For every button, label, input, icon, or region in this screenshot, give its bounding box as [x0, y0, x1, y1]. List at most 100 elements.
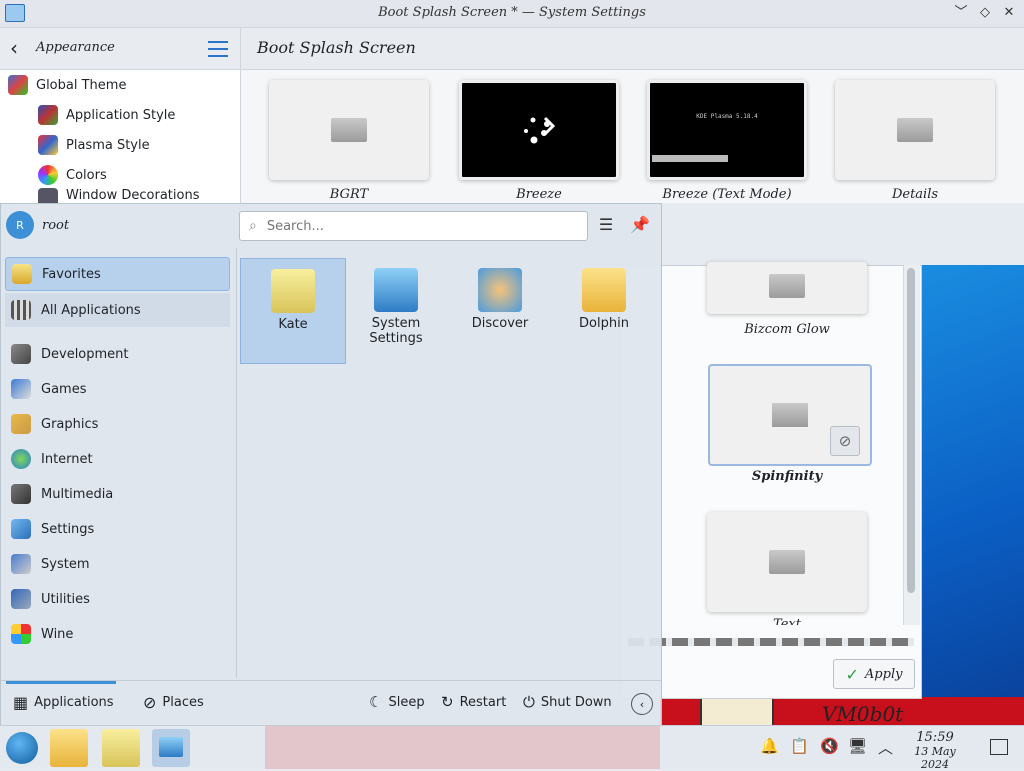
- clock[interactable]: 15:59 13 May 2024: [900, 730, 970, 771]
- application-style-icon: [38, 105, 58, 125]
- leave-menu-button[interactable]: ‹: [631, 693, 653, 715]
- category-all-applications[interactable]: All Applications: [5, 293, 230, 327]
- taskbar-dolphin-icon[interactable]: [50, 729, 88, 767]
- theme-label-selected: Spinfinity: [751, 469, 823, 484]
- category-label: Favorites: [42, 266, 101, 282]
- category-multimedia[interactable]: Multimedia: [5, 477, 230, 511]
- restart-button[interactable]: ↻ Restart: [441, 693, 506, 711]
- category-label: Settings: [41, 521, 95, 537]
- power-icon: ⏻: [523, 693, 535, 711]
- theme-thumb-breeze-text[interactable]: KDE Plasma 5.18.4: [647, 80, 807, 180]
- apply-button[interactable]: ✓ Apply: [833, 659, 915, 689]
- theme-label: Details: [891, 187, 939, 202]
- network-icon[interactable]: 🖥: [848, 737, 867, 755]
- splash-theme-grid: BGRT Breeze KDE Plasma 5.18.4 Breeze (Te…: [241, 70, 1024, 203]
- text-mode-progress: [652, 155, 728, 162]
- text-mode-preview: KDE Plasma 5.18.4: [696, 113, 758, 120]
- taskbar: 🔔 📋 🔇 🖥 ︿ 15:59 13 May 2024: [0, 725, 1024, 771]
- window-titlebar[interactable]: Boot Splash Screen * — System Settings ﹀…: [0, 0, 1024, 28]
- theme-thumb-bizcom-glow[interactable]: [707, 262, 867, 314]
- sidebar-item-window-decorations[interactable]: Window Decorations: [38, 188, 200, 203]
- kate-icon: [271, 269, 315, 313]
- image-placeholder-icon: [897, 118, 933, 142]
- back-arrow-icon[interactable]: ‹: [10, 36, 18, 60]
- category-development[interactable]: Development: [5, 337, 230, 371]
- taskbar-kate-icon[interactable]: [102, 729, 140, 767]
- category-label: Utilities: [41, 591, 90, 607]
- sleep-icon: ☾: [369, 693, 383, 711]
- image-placeholder-icon: [769, 274, 805, 298]
- category-system[interactable]: System: [5, 547, 230, 581]
- theme-label: Bizcom Glow: [744, 322, 830, 337]
- apply-label: Apply: [864, 666, 903, 682]
- hamburger-menu-icon[interactable]: [208, 41, 228, 62]
- sidebar-back-label[interactable]: Appearance: [36, 40, 115, 55]
- shutdown-button[interactable]: ⏻ Shut Down: [523, 693, 612, 711]
- category-graphics[interactable]: Graphics: [5, 407, 230, 441]
- clock-time: 15:59: [916, 730, 954, 745]
- compass-icon: ⊘: [143, 693, 157, 712]
- clipboard-icon[interactable]: 📋: [790, 737, 809, 755]
- chevron-up-icon[interactable]: ︿: [878, 737, 893, 758]
- tab-places[interactable]: ⊘ Places: [143, 693, 204, 712]
- tab-label: Applications: [34, 695, 114, 710]
- search-input[interactable]: [264, 217, 569, 235]
- sleep-button[interactable]: ☾ Sleep: [369, 693, 425, 711]
- button-label: Restart: [459, 694, 507, 710]
- theme-thumb-spinfinity[interactable]: ⊘: [708, 364, 872, 466]
- maximize-button[interactable]: ◇: [976, 4, 994, 22]
- multimedia-icon: [11, 484, 31, 504]
- theme-thumb-text[interactable]: [707, 512, 867, 612]
- sidebar-item-plasma-style[interactable]: Plasma Style: [38, 131, 150, 159]
- colors-icon: [38, 165, 58, 185]
- sidebar-item-label: Colors: [66, 167, 107, 183]
- search-field[interactable]: ⌕: [239, 211, 588, 241]
- tab-applications[interactable]: ▦ Applications: [13, 693, 114, 712]
- window-title: Boot Splash Screen * — System Settings: [378, 5, 646, 20]
- app-discover[interactable]: Discover: [448, 258, 552, 362]
- system-settings-icon: [159, 737, 183, 757]
- category-favorites[interactable]: Favorites: [5, 257, 230, 291]
- avatar[interactable]: R: [6, 211, 34, 239]
- dialog-scrollbar[interactable]: [907, 268, 915, 593]
- theme-thumb-details[interactable]: [835, 80, 995, 180]
- category-internet[interactable]: Internet: [5, 442, 230, 476]
- sidebar-item-colors[interactable]: Colors: [38, 161, 107, 189]
- image-placeholder-icon: [769, 550, 805, 574]
- minimize-button[interactable]: ﹀: [952, 4, 970, 22]
- settings-dialog: Bizcom Glow Spinfinity Text: [620, 262, 922, 699]
- sidebar-item-application-style[interactable]: Application Style: [38, 101, 175, 129]
- notifications-icon[interactable]: 🔔: [760, 737, 779, 755]
- theme-thumb-breeze[interactable]: [459, 80, 619, 180]
- uninstall-icon[interactable]: ⊘: [830, 426, 860, 456]
- pin-icon[interactable]: 📌: [629, 214, 651, 236]
- sidebar-header: ‹ Appearance: [0, 28, 240, 70]
- application-launcher: R root ⌕ ☰ 📌 Favorites All Applications …: [0, 203, 662, 727]
- theme-label: BGRT: [329, 187, 369, 202]
- app-system-settings[interactable]: System Settings: [344, 258, 448, 362]
- taskbar-system-settings[interactable]: [152, 729, 190, 767]
- volume-muted-icon[interactable]: 🔇: [820, 737, 839, 755]
- app-label: Discover: [471, 316, 529, 331]
- wine-icon: [11, 624, 31, 644]
- horizontal-scrollbar[interactable]: [628, 638, 914, 646]
- sidebar-item-label: Global Theme: [36, 77, 127, 93]
- category-utilities[interactable]: Utilities: [5, 582, 230, 616]
- user-name: root: [42, 217, 70, 233]
- category-label: Internet: [41, 451, 93, 467]
- clock-date: 13 May 2024: [914, 745, 956, 771]
- configure-icon[interactable]: ☰: [595, 214, 617, 236]
- app-dolphin[interactable]: Dolphin: [552, 258, 656, 362]
- show-desktop-icon[interactable]: [990, 739, 1008, 755]
- close-button[interactable]: ✕: [1000, 4, 1018, 22]
- theme-thumb-bgrt[interactable]: [269, 80, 429, 180]
- category-wine[interactable]: Wine: [5, 617, 230, 651]
- category-label: Development: [41, 346, 129, 362]
- app-kate[interactable]: Kate: [240, 258, 346, 364]
- user-info[interactable]: R root: [6, 211, 69, 239]
- graphics-icon: [11, 414, 31, 434]
- start-menu-button[interactable]: [6, 732, 38, 764]
- category-games[interactable]: Games: [5, 372, 230, 406]
- sidebar-item-global-theme[interactable]: Global Theme: [8, 71, 126, 99]
- category-settings[interactable]: Settings: [5, 512, 230, 546]
